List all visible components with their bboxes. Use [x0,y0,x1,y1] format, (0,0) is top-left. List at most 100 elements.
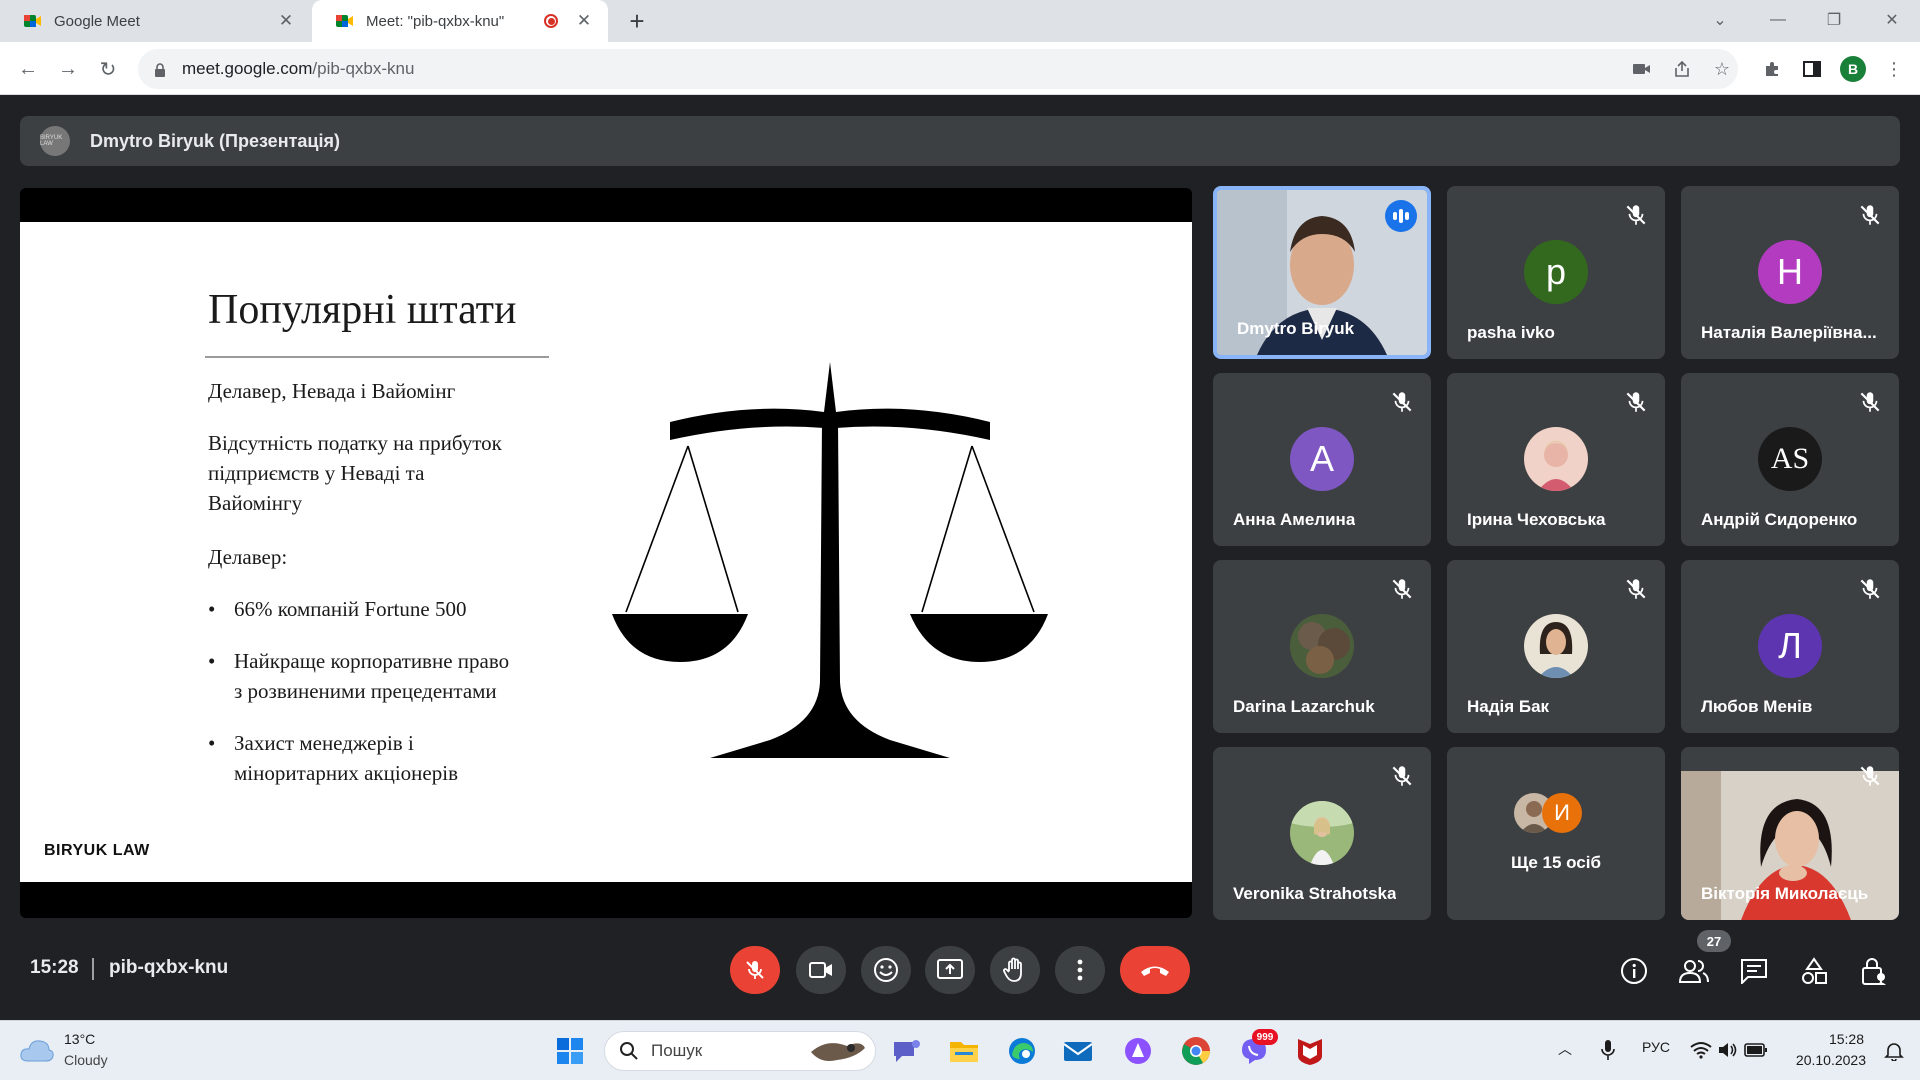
raise-hand-button[interactable] [990,946,1040,994]
mail-icon[interactable] [1060,1033,1096,1069]
present-screen-button[interactable] [925,946,975,994]
chat-button[interactable] [1738,955,1770,987]
people-count-badge: 27 [1697,930,1731,952]
participant-tile[interactable]: Надія Бак [1447,560,1665,733]
participant-tile[interactable]: Н Наталія Валеріївна... [1681,186,1899,359]
teams-chat-icon[interactable] [888,1033,924,1069]
camera-toggle-button[interactable] [796,946,846,994]
participant-tile[interactable]: А Анна Амелина [1213,373,1431,546]
lock-icon [154,62,166,77]
volume-icon[interactable] [1718,1041,1738,1059]
camera-icon[interactable] [1628,55,1656,83]
participant-photo [1524,614,1588,678]
google-meet-icon [24,13,42,29]
weather-description[interactable]: Cloudy [64,1052,108,1068]
wifi-icon[interactable] [1690,1041,1712,1059]
mcafee-icon[interactable] [1292,1033,1328,1069]
participant-tile[interactable]: Darina Lazarchuk [1213,560,1431,733]
side-panel-icon[interactable] [1798,55,1826,83]
participant-name: pasha ivko [1467,323,1555,342]
chrome-icon[interactable] [1178,1033,1214,1069]
profile-avatar[interactable]: B [1840,56,1866,82]
mic-off-icon [1860,766,1880,786]
slide-line: Делавер: [208,545,288,569]
weather-temperature[interactable]: 13°C [64,1031,95,1047]
windows-start-icon[interactable] [552,1033,588,1069]
slide-line: Вайомінгу [208,491,303,515]
present-screen-icon [937,959,963,979]
input-language[interactable]: РУС [1642,1039,1670,1055]
taskbar-search[interactable]: Пошук [604,1031,876,1071]
back-button[interactable]: ← [12,53,44,85]
viber-notification-badge: 999 [1252,1029,1278,1045]
participant-photo [1524,427,1588,491]
mic-off-icon [1626,205,1646,225]
tab-meet-call[interactable]: Meet: "pib-qxbx-knu" ✕ [312,0,608,42]
more-participants-tile[interactable]: И Ще 15 осіб [1447,747,1665,920]
menu-dots-icon[interactable]: ⋮ [1880,55,1908,83]
participant-avatar: p [1524,240,1588,304]
extensions-icon[interactable] [1758,55,1786,83]
mic-off-icon [746,961,764,979]
url-path: /pib-qxbx-knu [312,59,415,78]
system-time[interactable]: 15:28 [1794,1031,1864,1047]
browser-toolbar: ← → ↻ meet.google.com/pib-qxbx-knu ☆ ⋮ [0,42,1920,95]
people-button[interactable] [1678,955,1710,987]
meeting-info-button[interactable] [1618,955,1650,987]
forward-button[interactable]: → [52,53,84,85]
participant-tile[interactable]: AS Андрій Сидоренко [1681,373,1899,546]
raise-hand-icon [1003,957,1022,982]
more-participants-label: Ще 15 осіб [1511,853,1601,872]
bookmark-star-icon[interactable]: ☆ [1708,55,1736,83]
cloud-weather-icon[interactable] [20,1037,54,1063]
participant-tile[interactable]: Л Любов Менів [1681,560,1899,733]
participant-name: Вікторія Миколаєць [1701,884,1869,903]
show-hidden-icons-chevron-icon[interactable]: ︿ [1558,1039,1572,1059]
restore-button[interactable]: ❐ [1804,0,1864,40]
notification-bell-icon[interactable] [1884,1041,1904,1061]
participant-tile[interactable]: p pasha ivko [1447,186,1665,359]
close-tab-icon[interactable]: ✕ [276,11,296,31]
activities-button[interactable] [1798,955,1830,987]
slide-line: Відсутність податку на прибуток [208,431,502,455]
reactions-button[interactable] [861,946,911,994]
participant-tile[interactable]: Ірина Чеховська [1447,373,1665,546]
reload-button[interactable]: ↻ [92,53,124,85]
participant-tile[interactable]: Veronika Strahotska [1213,747,1431,920]
close-tab-icon[interactable]: ✕ [574,11,594,31]
address-bar[interactable]: meet.google.com/pib-qxbx-knu [138,49,1738,89]
host-controls-button[interactable] [1858,955,1890,987]
participant-avatar: А [1290,427,1354,491]
battery-icon[interactable] [1744,1043,1768,1057]
hang-up-icon [1141,966,1169,976]
system-date[interactable]: 20.10.2023 [1790,1052,1866,1068]
meeting-clock: 15:28 [30,957,79,978]
microphone-tray-icon[interactable] [1600,1039,1616,1061]
chevron-down-icon[interactable]: ⌄ [1690,0,1750,40]
leave-call-button[interactable] [1120,946,1190,994]
video-camera-icon [809,962,832,978]
participant-photo [1290,801,1354,865]
bullet-text: Найкраще корпоративне право [234,649,510,673]
close-window-button[interactable]: ✕ [1862,0,1920,40]
participant-avatar: И [1542,793,1582,833]
tab-google-meet[interactable]: Google Meet ✕ [0,0,310,42]
minimize-button[interactable]: — [1748,0,1808,40]
mic-off-icon [1860,579,1880,599]
new-tab-button[interactable]: + [622,6,652,36]
participant-name: Наталія Валеріївна... [1701,323,1877,342]
slide-line: підприємств у Неваді та [208,461,425,485]
share-icon[interactable] [1668,55,1696,83]
assistant-app-icon[interactable] [1120,1033,1156,1069]
mic-off-icon [1860,205,1880,225]
participant-tile[interactable]: Dmytro Biryuk [1213,186,1431,359]
microphone-toggle-button[interactable] [730,946,780,994]
scales-of-justice-icon [612,362,1048,758]
file-explorer-icon[interactable] [946,1033,982,1069]
participant-tile[interactable]: Вікторія Миколаєць [1681,747,1899,920]
edge-browser-icon[interactable] [1004,1033,1040,1069]
windows-taskbar: 13°C Cloudy Пошук 999 ︿ РУС 15:28 20.10.… [0,1020,1920,1080]
participant-name: Надія Бак [1467,697,1550,716]
more-options-button[interactable] [1055,946,1105,994]
participant-avatar: Л [1758,614,1822,678]
